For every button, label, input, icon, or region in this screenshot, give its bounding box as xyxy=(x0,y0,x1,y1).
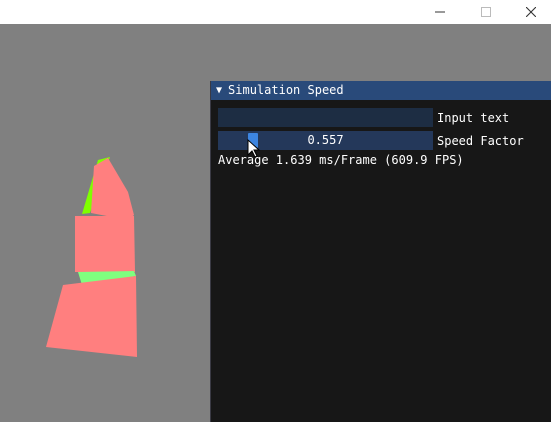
maximize-icon xyxy=(481,7,491,17)
input-text-row: Input text xyxy=(218,108,509,127)
window-title: Simulation Speed xyxy=(228,83,344,97)
shape-bottom-red xyxy=(46,276,137,357)
minimize-button[interactable] xyxy=(417,0,463,24)
close-icon xyxy=(526,7,536,17)
maximize-button[interactable] xyxy=(463,0,509,24)
speed-factor-row: 0.557 Speed Factor xyxy=(218,131,524,150)
window-titlebar xyxy=(0,0,551,24)
triangle-down-icon[interactable]: ▼ xyxy=(216,81,222,100)
window-header[interactable]: ▼ Simulation Speed xyxy=(211,81,551,100)
speed-factor-label: Speed Factor xyxy=(437,133,524,148)
simulation-speed-window: ▼ Simulation Speed Input text 0.557 Spee… xyxy=(210,81,551,422)
close-button[interactable] xyxy=(508,0,551,24)
minimize-icon xyxy=(435,11,445,13)
render-viewport[interactable]: ▼ Simulation Speed Input text 0.557 Spee… xyxy=(0,24,551,422)
input-text-field[interactable] xyxy=(218,108,433,127)
simulation-scene xyxy=(46,157,137,357)
mouse-cursor-icon xyxy=(247,139,261,158)
input-text-label: Input text xyxy=(437,110,510,125)
shape-top-red xyxy=(91,158,134,220)
shape-middle-red xyxy=(75,216,135,272)
